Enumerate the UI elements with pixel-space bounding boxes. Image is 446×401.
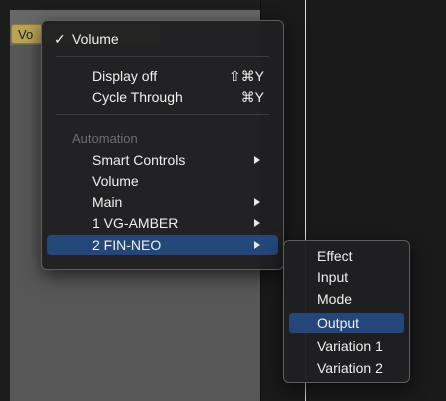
submenu-item-label: Effect [317,248,353,264]
menu-item-fin-neo[interactable]: 2 FIN-NEO [47,235,278,255]
menu-item-label: 2 FIN-NEO [92,237,162,253]
section-header-label: Automation [72,131,138,146]
menu-item-label: 1 VG-AMBER [92,215,179,231]
menu-item-label: Volume [72,31,119,47]
submenu-item-label: Variation 1 [317,338,383,354]
menu-item-vg-amber[interactable]: 1 VG-AMBER [47,213,278,233]
submenu-item-label: Input [317,269,349,285]
submenu-item-variation-1[interactable]: Variation 1 [289,336,404,356]
keyboard-shortcut: ⇧⌘Y [228,68,264,84]
submenu-item-label: Variation 2 [317,360,383,376]
submenu-item-effect[interactable]: Effect [289,246,404,266]
menu-item-label: Smart Controls [92,152,186,168]
submenu-arrow-icon [254,241,260,249]
menu-separator [56,56,269,57]
menu-item-label: Volume [92,173,139,189]
submenu-item-input[interactable]: Input [289,267,404,287]
menu-item-volume-checked[interactable]: ✓ Volume [47,29,278,49]
submenu-item-variation-2[interactable]: Variation 2 [289,358,404,378]
menu-item-cycle-through[interactable]: Cycle Through ⌘Y [47,87,278,107]
automation-parameter-menu: ✓ Volume Display off ⇧⌘Y Cycle Through ⌘… [41,20,284,270]
submenu-arrow-icon [254,198,260,206]
keyboard-shortcut: ⌘Y [240,89,264,105]
menu-item-main[interactable]: Main [47,192,278,212]
menu-item-smart-controls[interactable]: Smart Controls [47,150,278,170]
menu-separator [56,114,269,115]
automation-parameter-selector-label: Vo [18,27,34,42]
menu-section-header-automation: Automation [47,129,278,149]
checkmark-icon: ✓ [54,31,66,47]
submenu-item-label: Mode [317,291,353,307]
fin-neo-submenu: Effect Input Mode Output Variation 1 Var… [283,240,410,383]
submenu-item-output[interactable]: Output [289,313,404,333]
menu-item-volume[interactable]: Volume [47,171,278,191]
submenu-item-mode[interactable]: Mode [289,289,404,309]
menu-item-label: Main [92,194,123,210]
submenu-item-label: Output [317,315,360,331]
menu-item-label: Cycle Through [92,89,183,105]
menu-item-display-off[interactable]: Display off ⇧⌘Y [47,66,278,86]
submenu-arrow-icon [254,156,260,164]
submenu-arrow-icon [254,219,260,227]
menu-item-label: Display off [92,68,158,84]
